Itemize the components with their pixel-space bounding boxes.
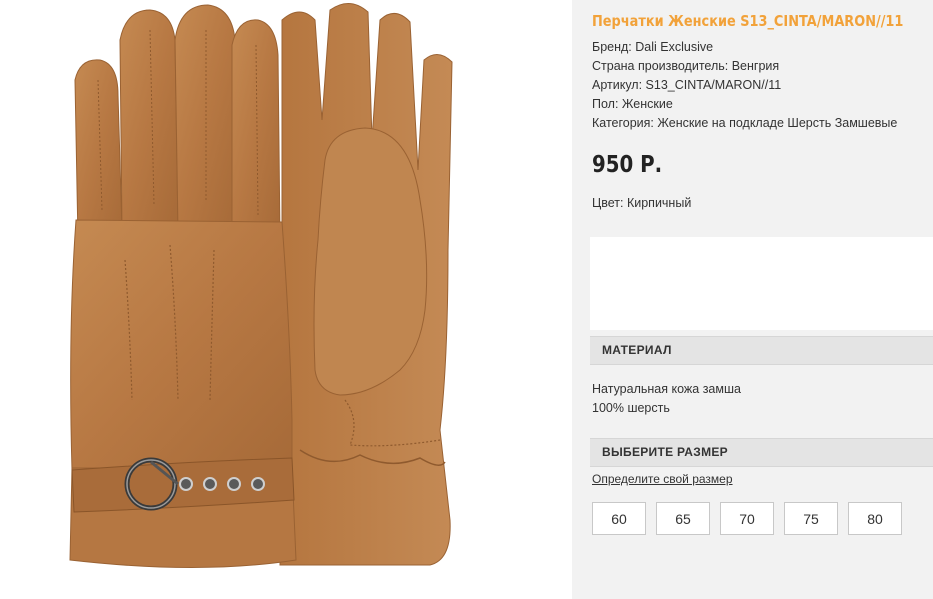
spec-article: Артикул: S13_CINTA/MARON//11 [592, 78, 782, 92]
front-glove [69, 4, 297, 568]
material-description: Натуральная кожа замша 100% шерсть [592, 380, 741, 418]
spec-category: Категория: Женские на подкладе Шерсть За… [592, 116, 898, 130]
size-option-65[interactable]: 65 [656, 502, 710, 535]
size-option-60[interactable]: 60 [592, 502, 646, 535]
material-line: Натуральная кожа замша [592, 382, 741, 396]
glove-illustration [69, 3, 453, 568]
size-guide-link[interactable]: Определите свой размер [592, 472, 733, 486]
spec-brand: Бренд: Dali Exclusive [592, 40, 714, 54]
empty-content-box [590, 237, 933, 330]
product-price: 950 Р. [592, 152, 663, 178]
product-specs: Бренд: Dali Exclusive Страна производите… [592, 38, 897, 133]
back-glove [279, 3, 453, 566]
material-section-header: МАТЕРИАЛ [590, 336, 933, 365]
size-section-header: ВЫБЕРИТЕ РАЗМЕР [590, 438, 933, 467]
material-line: 100% шерсть [592, 401, 670, 415]
product-color: Цвет: Кирпичный [592, 196, 692, 210]
product-title: Перчатки Женские S13_CINTA/MARON//11 [592, 12, 904, 30]
size-option-80[interactable]: 80 [848, 502, 902, 535]
product-image[interactable] [0, 0, 572, 599]
product-info-panel: Перчатки Женские S13_CINTA/MARON//11 Бре… [572, 0, 933, 599]
spec-country: Страна производитель: Венгрия [592, 59, 780, 73]
size-option-70[interactable]: 70 [720, 502, 774, 535]
size-options: 60 65 70 75 80 [592, 502, 902, 535]
spec-gender: Пол: Женские [592, 97, 673, 111]
size-option-75[interactable]: 75 [784, 502, 838, 535]
